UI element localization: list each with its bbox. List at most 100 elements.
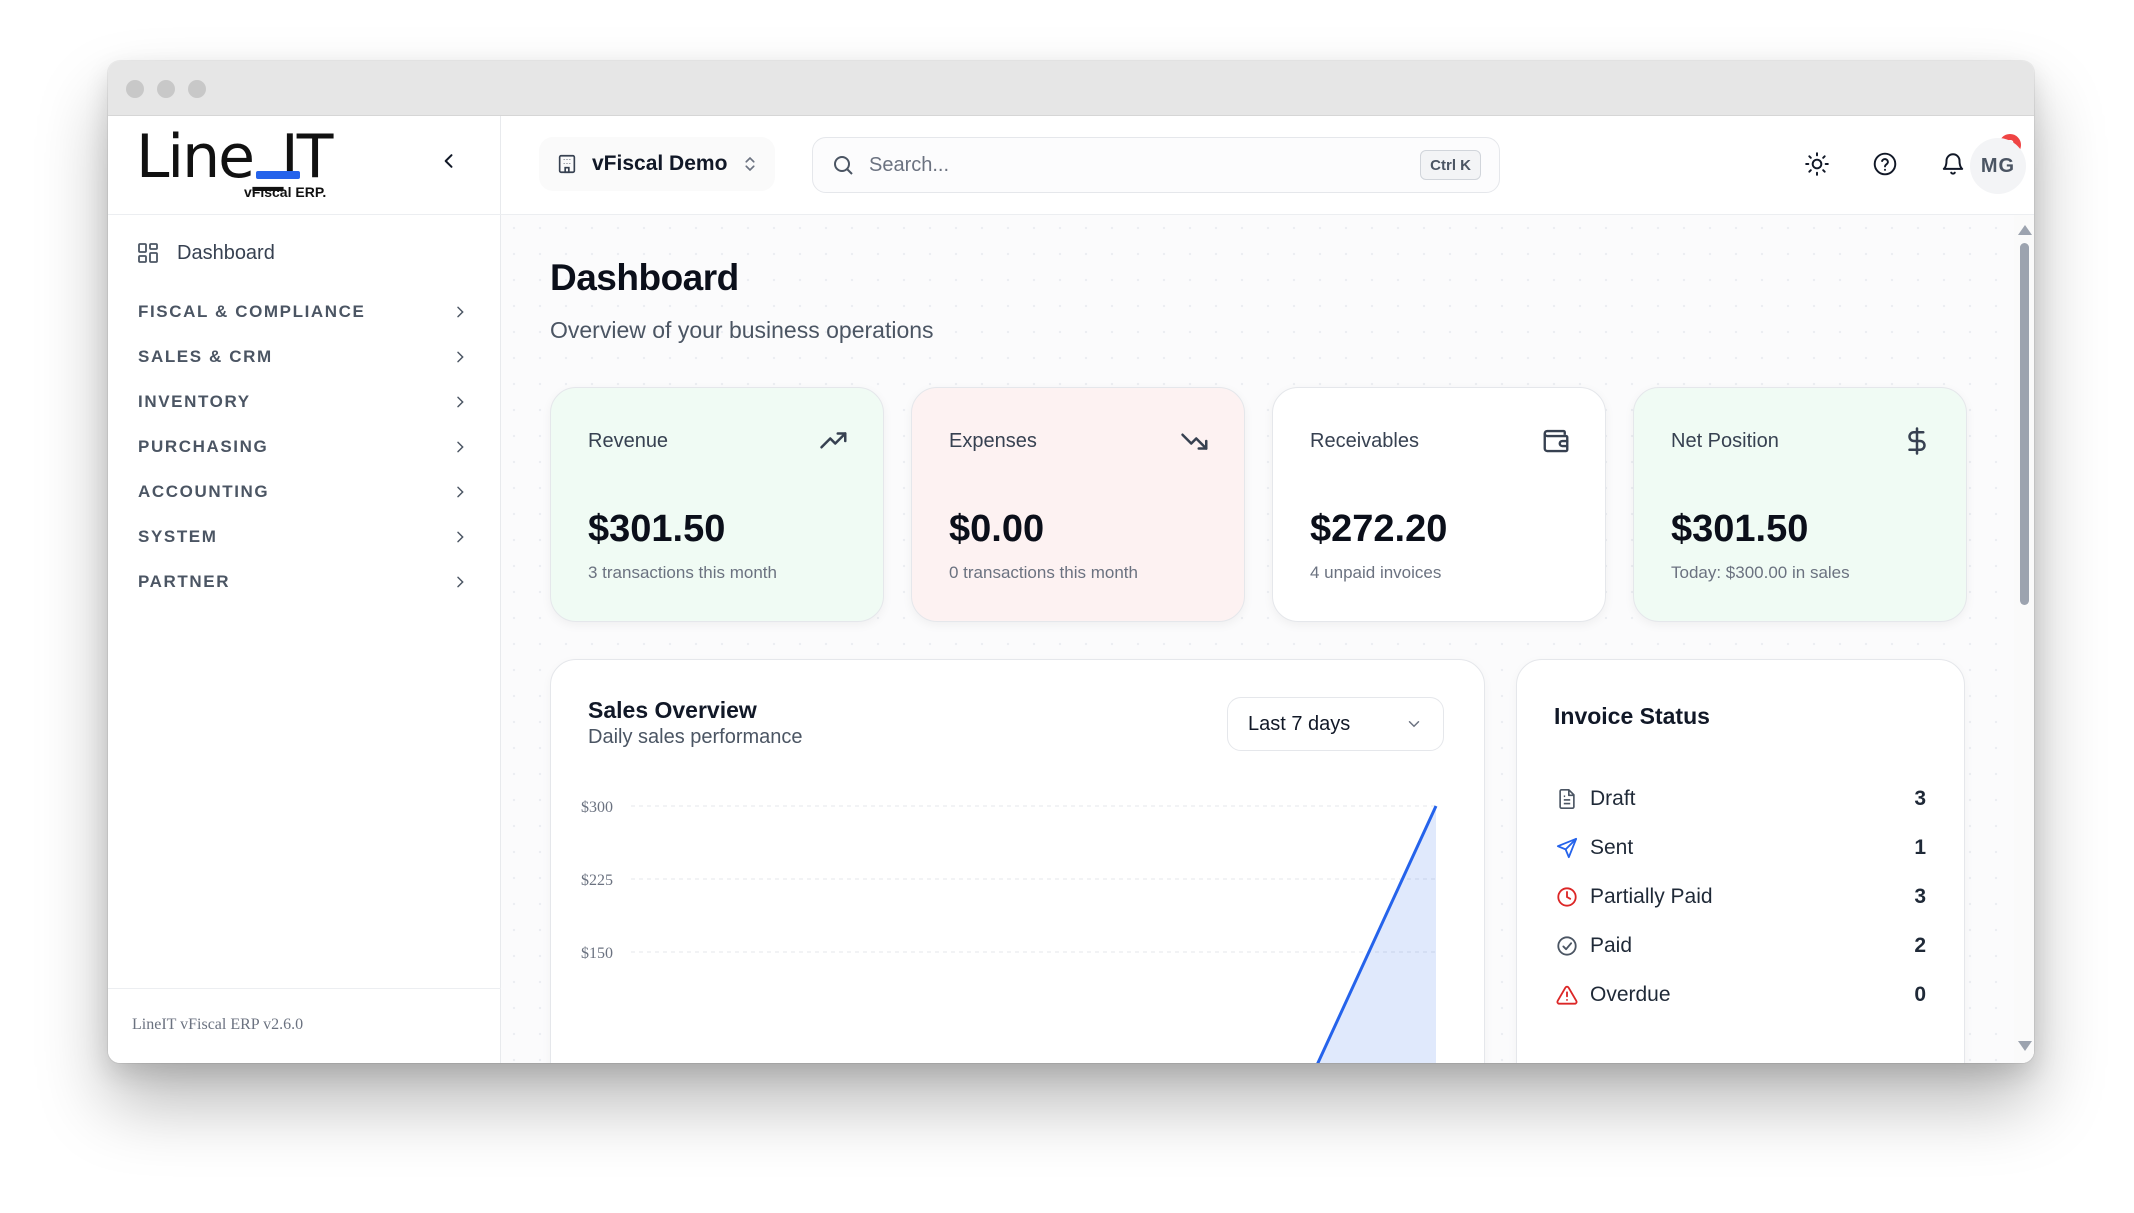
user-avatar[interactable]: MG	[1970, 138, 2026, 194]
invoice-status-sent[interactable]: Sent 1	[1554, 833, 1926, 863]
stat-label: Net Position	[1671, 430, 1779, 452]
invoice-status-paid[interactable]: Paid 2	[1554, 931, 1926, 961]
status-label: Draft	[1590, 787, 1636, 810]
chevron-right-icon	[457, 531, 464, 543]
tenant-switcher[interactable]: vFiscal Demo	[539, 137, 775, 191]
stat-label: Receivables	[1310, 430, 1419, 452]
status-count: 2	[1914, 934, 1926, 957]
chevrons-up-down-icon	[745, 156, 755, 172]
sidebar-group-accounting[interactable]: ACCOUNTING	[138, 477, 468, 507]
y-tick-label: $150	[581, 945, 613, 962]
expenses-card: Expenses $0.00 0 transactions this month	[911, 387, 1245, 622]
panel-subtitle: Daily sales performance	[588, 726, 803, 748]
sales-chart: $300 $225 $150	[581, 799, 1438, 1063]
close-window-dot[interactable]	[126, 80, 144, 98]
send-icon	[1554, 835, 1580, 861]
page-subtitle: Overview of your business operations	[550, 317, 934, 343]
sidebar-group-fiscal-compliance[interactable]: FISCAL & COMPLIANCE	[138, 297, 468, 327]
chevron-right-icon	[457, 486, 464, 498]
sidebar-group-inventory[interactable]: INVENTORY	[138, 387, 468, 417]
status-label: Partially Paid	[1590, 885, 1713, 908]
help-button[interactable]	[1869, 148, 1901, 180]
status-count: 1	[1914, 836, 1926, 859]
y-tick-label: $225	[581, 872, 613, 889]
date-range-select[interactable]: Last 7 days	[1227, 697, 1444, 751]
stat-value: $272.20	[1310, 508, 1448, 550]
search-shortcut: Ctrl K	[1420, 150, 1481, 180]
net-position-card: Net Position $301.50 Today: $300.00 in s…	[1633, 387, 1967, 622]
chevron-right-icon	[457, 351, 464, 363]
maximize-window-dot[interactable]	[188, 80, 206, 98]
top-header: vFiscal Demo Ctrl K 3 MG	[501, 116, 2034, 215]
status-count: 3	[1914, 885, 1926, 908]
sidebar-group-purchasing[interactable]: PURCHASING	[138, 432, 468, 462]
app-version: LineIT vFiscal ERP v2.6.0	[132, 1016, 304, 1033]
sidebar-group-label: SALES & CRM	[138, 347, 273, 366]
logo-area: Line_IT vFiscal ERP.	[108, 116, 501, 215]
chevron-right-icon	[457, 306, 464, 318]
trending-down-icon	[1179, 425, 1211, 457]
scrollbar-thumb[interactable]	[2020, 243, 2029, 605]
panel-title: Invoice Status	[1554, 703, 1710, 729]
sidebar-group-label: PURCHASING	[138, 437, 269, 456]
invoice-status-draft[interactable]: Draft 3	[1554, 784, 1926, 814]
sidebar-group-label: SYSTEM	[138, 527, 218, 546]
search-icon	[834, 156, 853, 175]
main-content: Dashboard Overview of your business oper…	[501, 215, 2034, 1063]
sidebar-group-label: INVENTORY	[138, 392, 251, 411]
sidebar-footer: LineIT vFiscal ERP v2.6.0	[108, 988, 501, 1063]
trending-up-icon	[818, 425, 850, 457]
sidebar-group-partner[interactable]: PARTNER	[138, 567, 468, 597]
main-scrollbar[interactable]	[2014, 215, 2034, 1063]
sales-series-line	[1316, 805, 1438, 1063]
scroll-up-arrow[interactable]	[2018, 225, 2032, 235]
status-label: Overdue	[1590, 983, 1671, 1006]
stat-value: $301.50	[588, 508, 726, 550]
invoice-status-partially-paid[interactable]: Partially Paid 3	[1554, 882, 1926, 912]
notifications-button[interactable]	[1937, 148, 1969, 180]
sidebar-group-label: ACCOUNTING	[138, 482, 270, 501]
revenue-card: Revenue $301.50 3 transactions this mont…	[550, 387, 884, 622]
sales-area-fill	[1317, 806, 1436, 1063]
stat-value: $0.00	[949, 508, 1045, 550]
page-title: Dashboard	[550, 257, 739, 298]
stat-note: 4 unpaid invoices	[1310, 563, 1442, 582]
minimize-window-dot[interactable]	[157, 80, 175, 98]
y-tick-label: $300	[581, 799, 613, 816]
app-logo: Line_IT	[136, 122, 333, 192]
panel-title: Sales Overview	[588, 697, 757, 723]
sales-overview-panel: Sales Overview Daily sales performance L…	[550, 659, 1485, 1063]
invoice-status-overdue[interactable]: Overdue 0	[1554, 980, 1926, 1010]
chevron-right-icon	[457, 396, 464, 408]
collapse-sidebar-button[interactable]	[437, 149, 461, 173]
stat-note: Today: $300.00 in sales	[1671, 563, 1850, 582]
document-icon	[1554, 786, 1580, 812]
theme-toggle-button[interactable]	[1801, 148, 1833, 180]
logo-subtitle: vFiscal ERP.	[244, 184, 327, 200]
sidebar-item-label: Dashboard	[177, 241, 275, 264]
sidebar-group-sales-crm[interactable]: SALES & CRM	[138, 342, 468, 372]
window-titlebar	[108, 61, 2034, 116]
sidebar-group-system[interactable]: SYSTEM	[138, 522, 468, 552]
status-label: Paid	[1590, 934, 1633, 957]
search-box[interactable]: Ctrl K	[812, 137, 1500, 193]
search-input[interactable]	[869, 153, 1389, 177]
scroll-down-arrow[interactable]	[2018, 1041, 2032, 1051]
alert-triangle-icon	[1554, 982, 1580, 1008]
receivables-card: Receivables $272.20 4 unpaid invoices	[1272, 387, 1606, 622]
chevron-down-icon	[1408, 721, 1420, 728]
sidebar-item-dashboard[interactable]: Dashboard	[136, 238, 275, 268]
stat-note: 3 transactions this month	[588, 563, 777, 582]
stat-label: Revenue	[588, 430, 669, 452]
stat-note: 0 transactions this month	[949, 563, 1138, 582]
sidebar-group-label: PARTNER	[138, 572, 231, 591]
grid-icon	[138, 243, 158, 263]
sun-icon	[1805, 152, 1829, 176]
status-label: Sent	[1590, 836, 1634, 859]
logo-accent	[256, 171, 300, 179]
chevron-left-icon	[444, 154, 453, 168]
invoice-status-panel: Invoice Status Draft 3 Sent 1 Partially …	[1516, 659, 1965, 1063]
clock-icon	[1554, 884, 1580, 910]
check-circle-icon	[1554, 933, 1580, 959]
help-circle-icon	[1873, 152, 1897, 176]
